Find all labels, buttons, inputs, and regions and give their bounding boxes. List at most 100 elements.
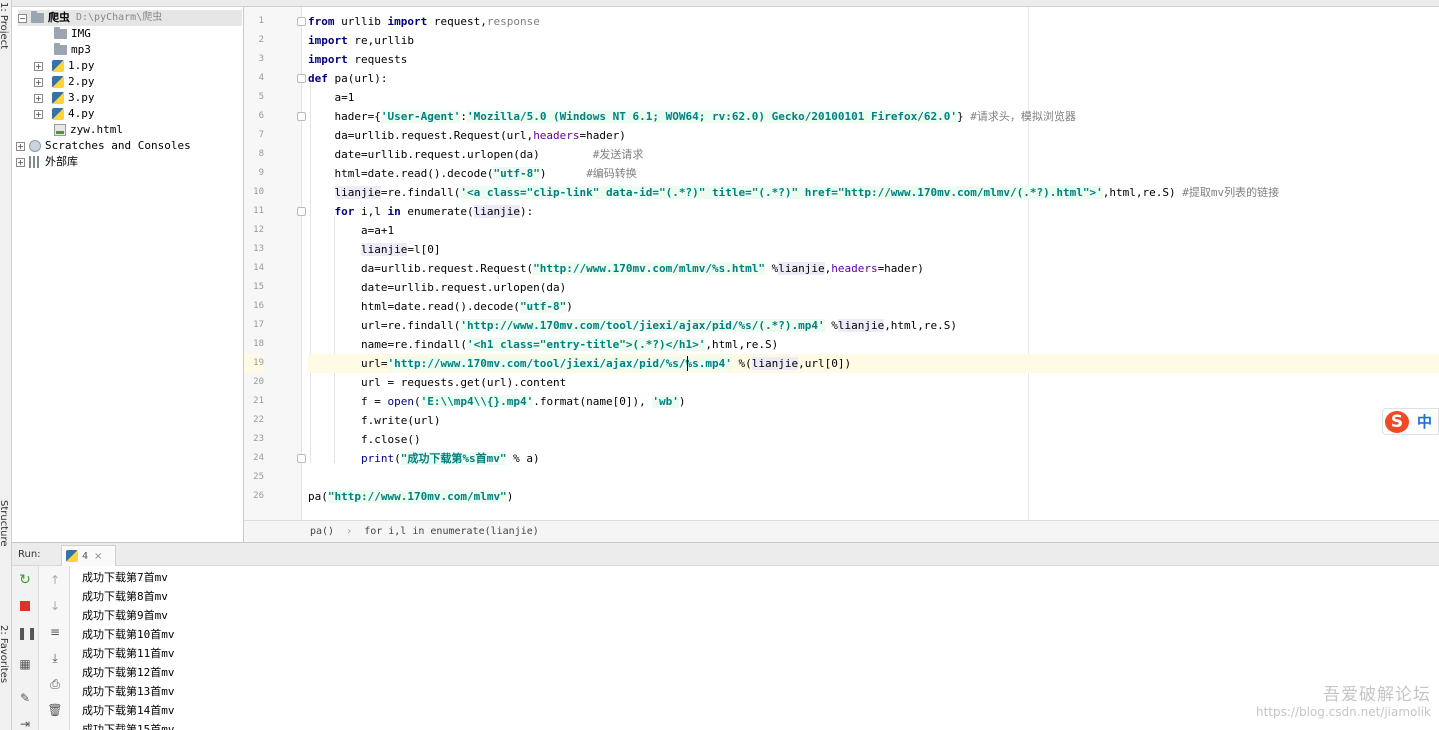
python-file-icon xyxy=(52,92,64,104)
line-number: 8 xyxy=(258,149,264,159)
line-number: 6 xyxy=(258,111,264,121)
tree-item-label: Scratches and Consoles xyxy=(45,139,191,152)
fold-icon[interactable] xyxy=(297,207,306,216)
code-line-9: html=date.read().decode("utf-8") #编码转换 xyxy=(334,167,637,180)
tree-root[interactable]: − 爬虫 D:\pyCharm\爬虫 xyxy=(18,10,242,26)
line-number: 16 xyxy=(253,301,264,311)
trash-icon[interactable]: 🗑 xyxy=(47,702,63,718)
tree-item-2py[interactable]: + 2.py xyxy=(34,74,95,90)
layout-icon[interactable]: ▦ xyxy=(17,656,33,672)
text-caret xyxy=(687,356,688,371)
root-name: 爬虫 xyxy=(48,11,70,24)
code-line-26: pa("http://www.170mv.com/mlmv") xyxy=(308,490,514,503)
soft-wrap-icon[interactable]: ≡ xyxy=(47,624,63,640)
tree-item-mp3[interactable]: mp3 xyxy=(54,42,91,58)
ime-toolbar[interactable]: S 中 xyxy=(1382,408,1439,435)
code-line-17: url=re.findall('http://www.170mv.com/too… xyxy=(360,319,958,332)
breadcrumb-item[interactable]: for i,l in enumerate(lianjie) xyxy=(364,526,539,537)
code-line-2: import re,urllib xyxy=(308,34,414,47)
tree-item-1py[interactable]: + 1.py xyxy=(34,58,95,74)
arrow-down-icon[interactable]: ↓ xyxy=(47,598,63,614)
python-file-icon xyxy=(52,108,64,120)
code-line-21: f = open('E:\\mp4\\{}.mp4'.format(name[0… xyxy=(360,395,686,408)
tree-item-scratches[interactable]: + Scratches and Consoles xyxy=(16,138,191,154)
tree-item-img[interactable]: IMG xyxy=(54,26,91,42)
fold-icon[interactable] xyxy=(297,112,306,121)
expand-icon[interactable]: + xyxy=(34,109,43,119)
print-icon[interactable]: ⎙ xyxy=(47,676,63,692)
stop-icon[interactable] xyxy=(17,599,33,615)
tree-item-label: IMG xyxy=(71,27,91,40)
code-line-3: import requests xyxy=(308,53,408,66)
expand-icon[interactable]: + xyxy=(16,157,25,167)
line-number: 14 xyxy=(253,263,264,273)
tree-item-label: 3.py xyxy=(68,91,95,104)
line-number: 19 xyxy=(244,354,264,373)
folder-icon xyxy=(54,27,67,39)
console-line: 成功下载第14首mv xyxy=(82,704,175,717)
tree-item-label: mp3 xyxy=(71,43,91,56)
code-line-5: a=1 xyxy=(334,91,355,104)
console-line: 成功下载第10首mv xyxy=(82,628,175,641)
line-number: 11 xyxy=(253,206,264,216)
ime-mode-label[interactable]: 中 xyxy=(1417,411,1432,432)
tree-item-4py[interactable]: + 4.py xyxy=(34,106,95,122)
scroll-to-end-icon[interactable]: ⤓ xyxy=(47,650,63,666)
console-line: 成功下载第7首mv xyxy=(82,571,168,584)
tree-item-external-libraries[interactable]: + 外部库 xyxy=(16,154,78,170)
fold-icon[interactable] xyxy=(297,17,306,26)
console-line: 成功下载第9首mv xyxy=(82,609,168,622)
watermark-line-1: 吾爱破解论坛 xyxy=(1323,685,1431,705)
run-tab[interactable]: 4 × xyxy=(61,545,116,566)
pin-icon[interactable]: ✎ xyxy=(17,690,33,706)
tree-item-label: 4.py xyxy=(68,107,95,120)
structure-tool-label[interactable]: Structure xyxy=(0,500,9,547)
line-number: 10 xyxy=(253,187,264,197)
editor-tab-bar xyxy=(244,0,1439,7)
run-console[interactable]: 成功下载第7首mv 成功下载第8首mv 成功下载第9首mv 成功下载第10首mv… xyxy=(70,566,1439,730)
code-editor[interactable]: 1 2 3 4 5 6 7 8 9 10 11 12 13 14 15 16 1… xyxy=(244,0,1439,542)
tree-item-html[interactable]: zyw.html xyxy=(54,122,123,138)
expand-icon[interactable]: + xyxy=(34,93,43,103)
line-number: 22 xyxy=(253,415,264,425)
python-file-icon xyxy=(52,60,64,72)
collapse-icon[interactable]: − xyxy=(18,13,27,23)
project-panel: − 爬虫 D:\pyCharm\爬虫 IMG mp3 + 1.py + 2.py… xyxy=(12,0,244,542)
close-icon[interactable]: × xyxy=(94,551,102,562)
breadcrumb-item[interactable]: pa() xyxy=(310,526,334,537)
rerun-icon[interactable]: ↻ xyxy=(17,572,33,588)
expand-icon[interactable]: + xyxy=(34,61,43,71)
run-toolbar-primary: ↻ ❚❚ ▦ ✎ ⇥ xyxy=(12,566,39,730)
line-number: 23 xyxy=(253,434,264,444)
line-number: 5 xyxy=(258,92,264,102)
line-number: 4 xyxy=(258,73,264,83)
code-line-12: a=a+1 xyxy=(360,224,395,237)
line-number: 7 xyxy=(258,130,264,140)
tree-item-3py[interactable]: + 3.py xyxy=(34,90,95,106)
code-area[interactable]: from urllib import request,response impo… xyxy=(308,7,1439,520)
code-line-22: f.write(url) xyxy=(360,414,441,427)
fold-icon[interactable] xyxy=(297,454,306,463)
breadcrumb: pa() › for i,l in enumerate(lianjie) xyxy=(244,520,1439,542)
ime-logo-icon: S xyxy=(1385,410,1409,433)
console-line: 成功下载第13首mv xyxy=(82,685,175,698)
code-line-10: lianjie=re.findall('<a class="clip-link"… xyxy=(334,186,1280,199)
run-tab-label: 4 xyxy=(82,550,89,562)
code-line-1: from urllib import request,response xyxy=(308,15,540,28)
line-number: 13 xyxy=(253,244,264,254)
expand-icon[interactable]: + xyxy=(34,77,43,87)
python-file-icon xyxy=(52,76,64,88)
expand-icon[interactable]: + xyxy=(16,141,25,151)
run-label: Run: xyxy=(18,549,41,560)
tree-item-label: 外部库 xyxy=(45,155,78,168)
pause-icon[interactable]: ❚❚ xyxy=(17,625,37,641)
fold-icon[interactable] xyxy=(297,74,306,83)
arrow-up-icon[interactable]: ↑ xyxy=(47,572,63,588)
project-tool-label[interactable]: 1: Project xyxy=(0,2,9,49)
exit-icon[interactable]: ⇥ xyxy=(17,716,33,730)
line-number: 20 xyxy=(253,377,264,387)
favorites-tool-label[interactable]: 2: Favorites xyxy=(0,625,9,683)
tree-item-label: 1.py xyxy=(68,59,95,72)
console-line: 成功下载第11首mv xyxy=(82,647,175,660)
code-line-18: name=re.findall('<h1 class="entry-title"… xyxy=(360,338,779,351)
